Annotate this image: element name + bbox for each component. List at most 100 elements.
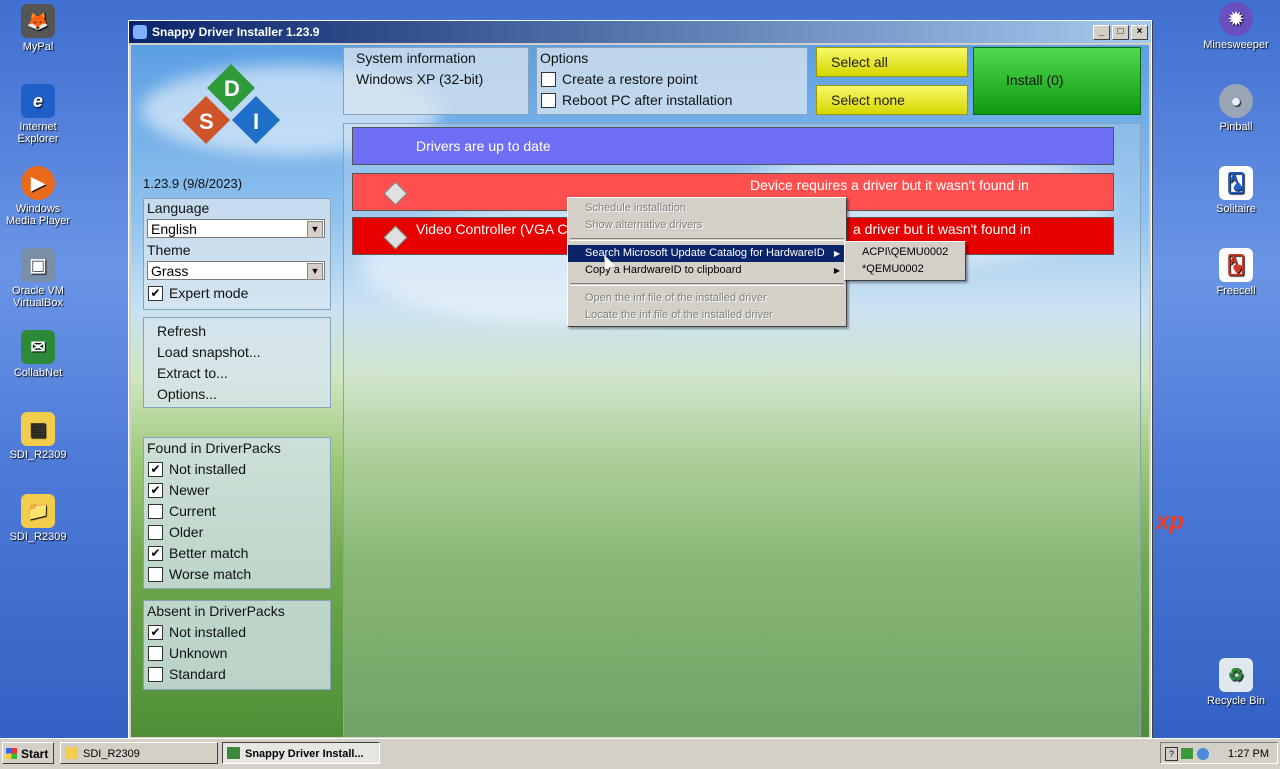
desktop-icon-label: SDI_R2309 bbox=[9, 531, 67, 543]
desktop-icon-minesweeper[interactable]: ✹ Minesweeper bbox=[1198, 2, 1274, 51]
logo-letter-i: I bbox=[253, 109, 260, 134]
expert-mode-checkbox[interactable]: ✔ bbox=[148, 286, 163, 301]
found-current-checkbox[interactable] bbox=[148, 504, 163, 519]
maximize-button[interactable]: □ bbox=[1112, 24, 1129, 40]
desktop-icon-collabnet[interactable]: ✉ CollabNet bbox=[0, 330, 76, 379]
menu-separator bbox=[570, 238, 844, 241]
app-icon bbox=[227, 747, 240, 759]
found-newer-label[interactable]: Newer bbox=[169, 482, 209, 498]
taskbar-item-sdi-app[interactable]: Snappy Driver Install... bbox=[222, 742, 380, 764]
options-action[interactable]: Options... bbox=[157, 386, 217, 402]
language-select[interactable]: English ▼ bbox=[147, 219, 325, 238]
globe-icon[interactable] bbox=[1197, 748, 1209, 760]
menu-item-schedule-installation[interactable]: Schedule installation bbox=[568, 200, 846, 217]
pinball-icon: ● bbox=[1219, 84, 1253, 118]
chevron-down-icon[interactable]: ▼ bbox=[307, 263, 323, 280]
absent-filter-title: Absent in DriverPacks bbox=[147, 603, 285, 619]
absent-not-installed-label[interactable]: Not installed bbox=[169, 624, 246, 640]
expert-mode-label[interactable]: Expert mode bbox=[169, 285, 248, 301]
help-icon[interactable]: ? bbox=[1165, 747, 1178, 761]
refresh-action[interactable]: Refresh bbox=[157, 323, 206, 339]
desktop-icon-mypal[interactable]: 🦊 MyPal bbox=[0, 4, 76, 53]
found-not-installed-checkbox[interactable]: ✔ bbox=[148, 462, 163, 477]
load-snapshot-action[interactable]: Load snapshot... bbox=[157, 344, 261, 360]
found-newer-checkbox[interactable]: ✔ bbox=[148, 483, 163, 498]
menu-item-open-inf[interactable]: Open the inf file of the installed drive… bbox=[568, 290, 846, 307]
taskbar-item-label: Snappy Driver Install... bbox=[245, 748, 364, 760]
absent-unknown-checkbox[interactable] bbox=[148, 646, 163, 661]
select-all-button[interactable]: Select all bbox=[816, 47, 968, 77]
theme-select[interactable]: Grass ▼ bbox=[147, 261, 325, 280]
folder-icon: 📁 bbox=[21, 494, 55, 528]
reboot-checkbox[interactable] bbox=[541, 93, 556, 108]
found-current-label[interactable]: Current bbox=[169, 503, 216, 519]
up-to-date-text: Drivers are up to date bbox=[416, 138, 551, 154]
version-label: 1.23.9 (9/8/2023) bbox=[143, 176, 243, 191]
desktop-icon-sdi-zip[interactable]: ▤ SDI_R2309 bbox=[0, 412, 76, 461]
virtualbox-icon: ▣ bbox=[21, 248, 55, 282]
submenu-arrow-icon: ▶ bbox=[833, 266, 840, 275]
desktop-icon-label: Oracle VM VirtualBox bbox=[12, 285, 64, 309]
found-older-checkbox[interactable] bbox=[148, 525, 163, 540]
window-titlebar[interactable]: Snappy Driver Installer 1.23.9 _ □ × bbox=[129, 21, 1151, 43]
desktop-icon-wmp[interactable]: ▶ Windows Media Player bbox=[0, 166, 76, 227]
recycle-bin-icon: ♻ bbox=[1219, 658, 1253, 692]
desktop-icon-freecell[interactable]: 🂱 Freecell bbox=[1198, 248, 1274, 297]
extract-to-action[interactable]: Extract to... bbox=[157, 365, 228, 381]
reboot-label[interactable]: Reboot PC after installation bbox=[562, 92, 732, 108]
sdi-logo: S D I bbox=[181, 63, 281, 167]
install-button[interactable]: Install (0) bbox=[973, 47, 1141, 115]
sdi-window: Snappy Driver Installer 1.23.9 _ □ × S D… bbox=[128, 20, 1152, 740]
taskbar-item-sdi-folder[interactable]: SDI_R2309 bbox=[60, 742, 218, 764]
up-to-date-row[interactable]: Drivers are up to date bbox=[352, 127, 1114, 165]
hardware-id-submenu: ACPI\QEMU0002 *QEMU0002 bbox=[844, 241, 966, 281]
found-worse-match-checkbox[interactable] bbox=[148, 567, 163, 582]
desktop-icon-solitaire[interactable]: 🂡 Solitaire bbox=[1198, 166, 1274, 215]
diamond-icon bbox=[383, 225, 408, 250]
desktop-icon-virtualbox[interactable]: ▣ Oracle VM VirtualBox bbox=[0, 248, 76, 309]
folder-icon bbox=[65, 747, 78, 759]
restore-point-checkbox[interactable] bbox=[541, 72, 556, 87]
menu-item-show-alternative-drivers[interactable]: Show alternative drivers bbox=[568, 217, 846, 234]
absent-not-installed-checkbox[interactable]: ✔ bbox=[148, 625, 163, 640]
app-client-area: S D I 1.23.9 (9/8/2023) System informati… bbox=[131, 45, 1149, 737]
select-none-button[interactable]: Select none bbox=[816, 85, 968, 115]
desktop-icon-recycle-bin[interactable]: ♻ Recycle Bin bbox=[1198, 658, 1274, 707]
theme-label: Theme bbox=[147, 242, 191, 258]
absent-standard-checkbox[interactable] bbox=[148, 667, 163, 682]
diamond-icon bbox=[383, 181, 408, 206]
submenu-arrow-icon: ▶ bbox=[833, 249, 840, 258]
start-button[interactable]: Start bbox=[2, 742, 54, 764]
minimize-button[interactable]: _ bbox=[1093, 24, 1110, 40]
found-better-match-checkbox[interactable]: ✔ bbox=[148, 546, 163, 561]
desktop-icon-pinball[interactable]: ● Pinball bbox=[1198, 84, 1274, 133]
archive-icon: ▤ bbox=[21, 412, 55, 446]
submenu-item-qemu0002[interactable]: *QEMU0002 bbox=[845, 261, 965, 278]
mypal-icon: 🦊 bbox=[21, 4, 55, 38]
media-player-icon: ▶ bbox=[21, 166, 55, 200]
system-tray: ? 1:27 PM bbox=[1160, 742, 1278, 764]
language-value: English bbox=[151, 221, 197, 237]
close-button[interactable]: × bbox=[1131, 24, 1148, 40]
desktop-icon-label: MyPal bbox=[22, 41, 54, 53]
network-icon[interactable] bbox=[1181, 748, 1193, 759]
theme-value: Grass bbox=[151, 263, 189, 279]
desktop-icon-label: Pinball bbox=[1219, 121, 1253, 133]
system-info-title: System information bbox=[356, 50, 476, 66]
found-worse-match-label[interactable]: Worse match bbox=[169, 566, 251, 582]
absent-unknown-label[interactable]: Unknown bbox=[169, 645, 227, 661]
found-not-installed-label[interactable]: Not installed bbox=[169, 461, 246, 477]
absent-standard-label[interactable]: Standard bbox=[169, 666, 226, 682]
driver-status: a driver but it wasn't found in bbox=[853, 221, 1031, 237]
desktop-icon-ie[interactable]: e Internet Explorer bbox=[0, 84, 76, 145]
menu-item-locate-inf[interactable]: Locate the inf file of the installed dri… bbox=[568, 307, 846, 324]
found-older-label[interactable]: Older bbox=[169, 524, 203, 540]
submenu-item-acpi-qemu0002[interactable]: ACPI\QEMU0002 bbox=[845, 244, 965, 261]
chevron-down-icon[interactable]: ▼ bbox=[307, 221, 323, 238]
desktop-icon-label: Solitaire bbox=[1216, 203, 1256, 215]
taskbar-item-label: SDI_R2309 bbox=[83, 748, 140, 760]
restore-point-label[interactable]: Create a restore point bbox=[562, 71, 697, 87]
found-better-match-label[interactable]: Better match bbox=[169, 545, 248, 561]
desktop-icon-sdi-folder[interactable]: 📁 SDI_R2309 bbox=[0, 494, 76, 543]
clock[interactable]: 1:27 PM bbox=[1228, 743, 1269, 765]
